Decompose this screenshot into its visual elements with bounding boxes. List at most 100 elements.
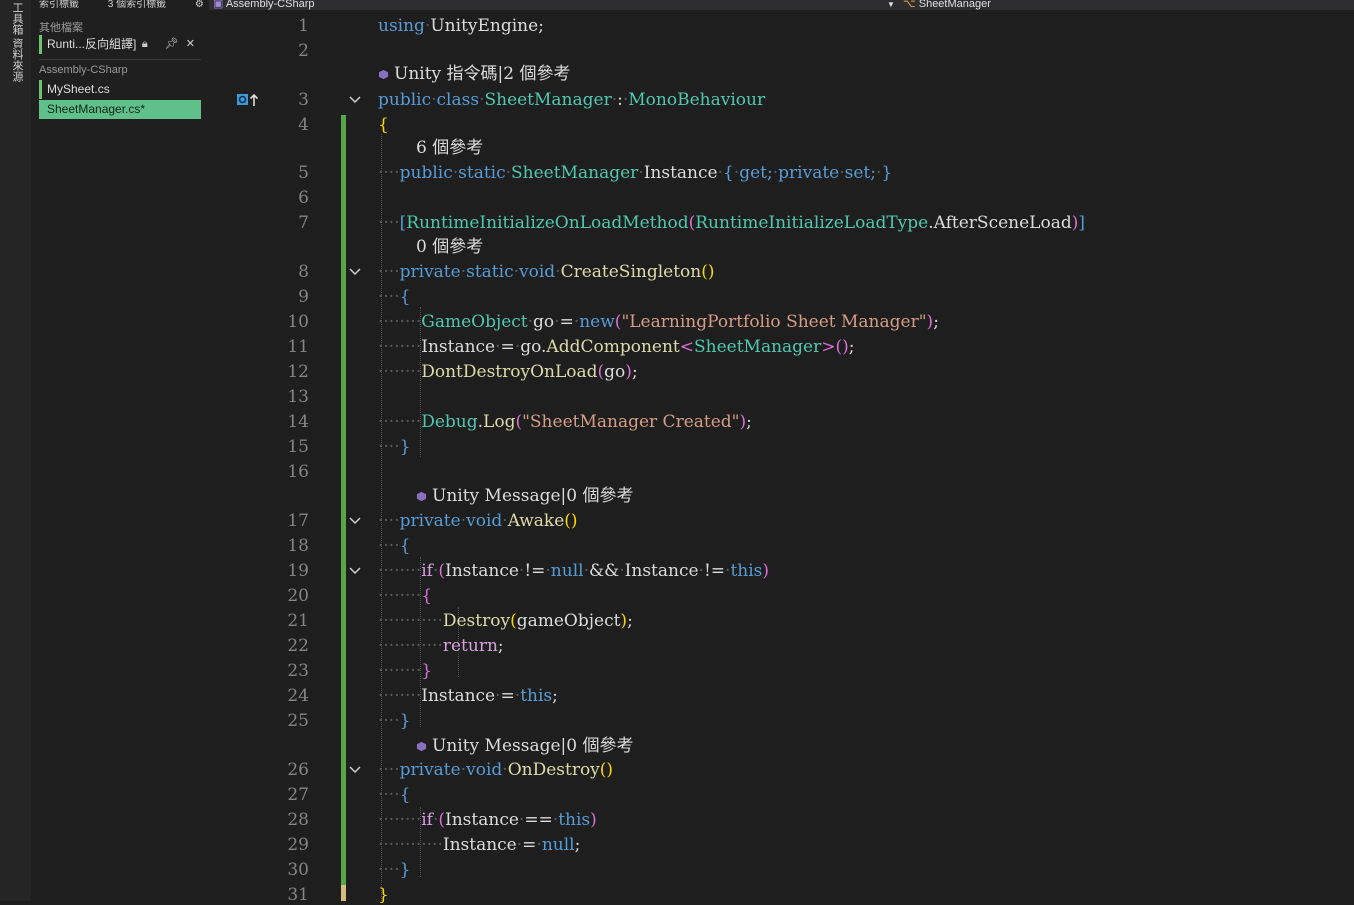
code-line: ····public·static·SheetManager·Instance·… (378, 163, 893, 183)
line-number: 12 (287, 362, 309, 382)
chevron-down-icon[interactable]: ▼ (887, 0, 895, 9)
vertical-tabs-panel: 索引標籤 3 個索引標籤 ⚙ 其他檔案 Runti...反向組譯] 🔒︎ 📌︎ … (31, 0, 210, 901)
data-sources-tab[interactable]: 資料來源 (9, 38, 25, 82)
code-line: ····} (378, 860, 411, 880)
fold-chevron-icon[interactable] (348, 564, 362, 578)
tab-count: 3 個索引標籤 (107, 0, 167, 10)
code-line: public·class·SheetManager·:·MonoBehaviou… (378, 90, 766, 110)
line-number: 3 (298, 90, 309, 110)
line-number: 31 (287, 885, 309, 905)
fold-chevron-icon[interactable] (348, 514, 362, 528)
line-number: 20 (287, 586, 309, 606)
pin-icon[interactable]: 📌︎ (165, 38, 179, 50)
code-line: ····{ (378, 536, 411, 556)
line-number: 10 (287, 312, 309, 332)
code-line: ····[RuntimeInitializeOnLoadMethod(Runti… (378, 213, 1085, 233)
line-number: 1 (298, 16, 309, 36)
code-line: ····private·void·OnDestroy() (378, 760, 614, 780)
codelens-references[interactable]: 0 個參考 (416, 237, 483, 257)
codelens-unity-message[interactable]: Unity Message|0 個參考 (416, 736, 634, 756)
code-line: ········if·(Instance·!=·null·&&·Instance… (378, 561, 770, 581)
code-line: ····private·static·void·CreateSingleton(… (378, 262, 715, 282)
csharp-project-icon: ▣ (213, 0, 226, 10)
line-number: 2 (298, 41, 309, 61)
codelens-unity-message[interactable]: Unity Message|0 個參考 (416, 486, 634, 506)
group-assembly: Assembly-CSharp (39, 64, 128, 76)
code-line: ············Destroy(gameObject); (378, 611, 633, 631)
code-line: ····{ (378, 785, 411, 805)
tab-controls: 🔒︎ 📌︎ ✕ (142, 35, 195, 54)
line-number: 18 (287, 536, 309, 556)
code-line: ········Instance·=·this; (378, 686, 558, 706)
line-number: 26 (287, 760, 309, 780)
code-line: ············return; (378, 636, 504, 656)
code-line: ····} (378, 711, 411, 731)
toolbox-tab[interactable]: 工具箱 (9, 2, 25, 35)
fold-chevron-icon[interactable] (348, 93, 362, 107)
tab-sheetmanager[interactable]: SheetManager.cs* (39, 100, 201, 119)
codelens-unity-script[interactable]: Unity 指令碼|2 個參考 (378, 64, 571, 84)
line-number: 22 (287, 636, 309, 656)
code-line: ········DontDestroyOnLoad(go); (378, 362, 638, 382)
tab-label: SheetManager.cs* (47, 102, 146, 116)
codelens-references[interactable]: 6 個參考 (416, 138, 483, 158)
code-line: ········Debug.Log("SheetManager Created"… (378, 412, 752, 432)
fold-chevron-icon[interactable] (348, 763, 362, 777)
divider (39, 59, 201, 60)
line-number: 17 (287, 511, 309, 531)
panel-header: 索引標籤 3 個索引標籤 ⚙ (31, 0, 209, 10)
panel-title: 索引標籤 (39, 0, 79, 10)
line-number: 8 (298, 262, 309, 282)
code-line: ············Instance·=·null; (378, 835, 581, 855)
line-number: 6 (298, 188, 309, 208)
line-number: 5 (298, 163, 309, 183)
code-line: using·UnityEngine; (378, 16, 544, 36)
line-number: 24 (287, 686, 309, 706)
line-number: 21 (287, 611, 309, 631)
fold-chevron-icon[interactable] (348, 265, 362, 279)
line-number: 7 (298, 213, 309, 233)
close-icon[interactable]: ✕ (186, 38, 195, 50)
code-line: ····private·void·Awake() (378, 511, 578, 531)
line-number: 4 (298, 115, 309, 135)
unity-cube-icon (416, 741, 427, 752)
line-number: 29 (287, 835, 309, 855)
unity-cube-icon (378, 69, 389, 80)
tab-label: Runti...反向組譯] (47, 37, 137, 51)
unity-cube-icon (416, 491, 427, 502)
line-number: 23 (287, 661, 309, 681)
code-line: ····{ (378, 287, 411, 307)
line-number: 30 (287, 860, 309, 880)
line-number: 15 (287, 437, 309, 457)
tab-label: MySheet.cs (47, 82, 110, 96)
tool-strip: 工具箱 資料來源 (0, 0, 32, 901)
code-line: } (378, 885, 389, 905)
gear-icon[interactable]: ⚙ (195, 0, 204, 10)
line-number: 25 (287, 711, 309, 731)
line-number: 13 (287, 387, 309, 407)
tab-pinned-file[interactable]: Runti...反向組譯] 🔒︎ 📌︎ ✕ (39, 35, 201, 54)
type-dropdown[interactable]: ⌥ SheetManager (903, 0, 991, 10)
line-number: 28 (287, 810, 309, 830)
lock-icon: 🔒︎ (141, 38, 148, 50)
code-line: ········} (378, 661, 433, 681)
line-number: 9 (298, 287, 309, 307)
change-indicator-unsaved (341, 885, 346, 901)
navigation-bar: ▣ Assembly-CSharp ▼ ⌥ SheetManager (209, 0, 1354, 10)
project-dropdown[interactable]: ▣ Assembly-CSharp (213, 0, 314, 10)
tab-mysheet[interactable]: MySheet.cs (39, 80, 201, 99)
code-line: ········Instance·=·go.AddComponent<Sheet… (378, 337, 855, 357)
code-line: ········if·(Instance·==·this) (378, 810, 597, 830)
code-line: ········{ (378, 586, 433, 606)
code-editor[interactable]: ▣ Assembly-CSharp ▼ ⌥ SheetManager 1 2 3… (209, 0, 1354, 905)
line-number: 27 (287, 785, 309, 805)
line-number: 16 (287, 462, 309, 482)
line-number: 14 (287, 412, 309, 432)
line-number: 11 (287, 337, 309, 357)
class-icon: ⌥ (903, 0, 919, 10)
code-line: ····} (378, 437, 411, 457)
line-number: 19 (287, 561, 309, 581)
code-line: ········GameObject·go·=·new("LearningPor… (378, 312, 939, 332)
group-other-files: 其他檔案 (39, 22, 83, 34)
change-indicator (341, 115, 346, 885)
